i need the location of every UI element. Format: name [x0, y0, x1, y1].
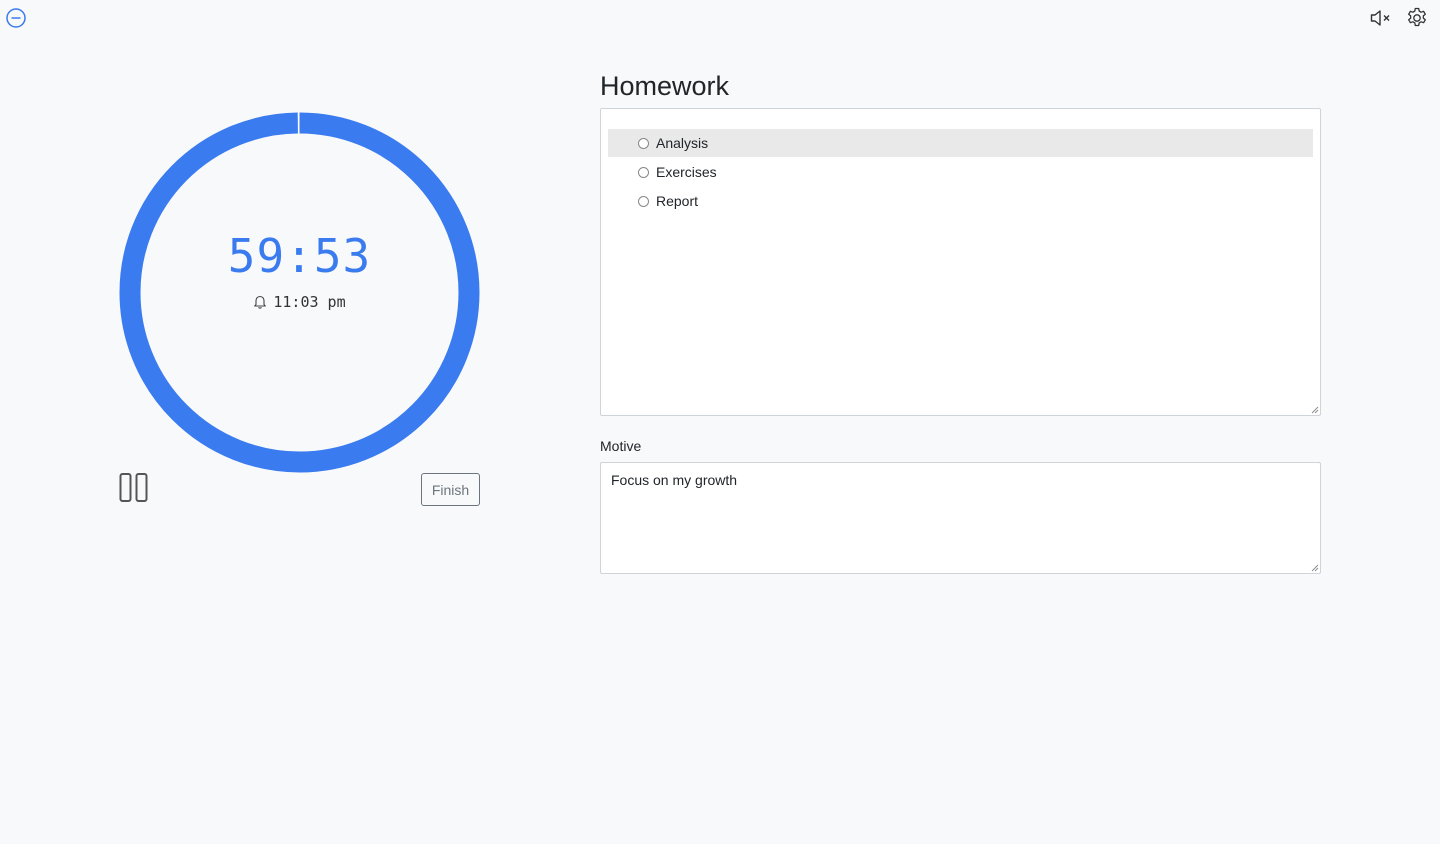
mute-button[interactable] — [1369, 7, 1393, 29]
focus-timer-page: 59:53 11:03 pm Finish Homework Analysis … — [0, 0, 1440, 844]
timer-readout: 59:53 11:03 pm — [119, 112, 480, 473]
subtask-item[interactable]: Report — [608, 187, 1313, 215]
motive-label: Motive — [600, 438, 642, 454]
pause-button[interactable] — [118, 472, 150, 504]
minimize-button[interactable] — [5, 7, 27, 29]
resize-handle[interactable] — [1311, 564, 1319, 572]
resize-handle[interactable] — [1311, 406, 1319, 414]
timer: 59:53 11:03 pm — [119, 112, 480, 473]
alarm-time-text: 11:03 pm — [273, 292, 346, 311]
subtask-radio[interactable] — [638, 195, 649, 207]
subtask-list: Analysis Exercises Report — [601, 109, 1320, 215]
gear-icon — [1408, 7, 1426, 27]
subtask-label: Exercises — [656, 164, 717, 180]
motive-text: Focus on my growth — [611, 472, 738, 488]
subtask-label: Report — [656, 193, 699, 209]
pause-icon — [119, 473, 148, 502]
subtask-item[interactable]: Analysis — [608, 129, 1313, 157]
settings-button[interactable] — [1405, 6, 1429, 30]
alarm-time: 11:03 pm — [253, 292, 346, 311]
minus-circle-icon — [6, 8, 26, 28]
subtask-radio[interactable] — [638, 137, 649, 149]
subtask-item[interactable]: Exercises — [608, 158, 1313, 186]
task-title: Homework — [600, 71, 730, 101]
volume-mute-icon — [1370, 10, 1390, 26]
bell-icon — [253, 294, 267, 309]
subtask-label: Analysis — [656, 135, 709, 151]
motive-textarea[interactable]: Focus on my growth — [600, 462, 1321, 574]
subtask-radio[interactable] — [638, 166, 649, 178]
timer-remaining: 59:53 — [227, 228, 372, 283]
finish-button[interactable]: Finish — [421, 473, 480, 506]
subtask-list-box: Analysis Exercises Report — [600, 108, 1321, 416]
